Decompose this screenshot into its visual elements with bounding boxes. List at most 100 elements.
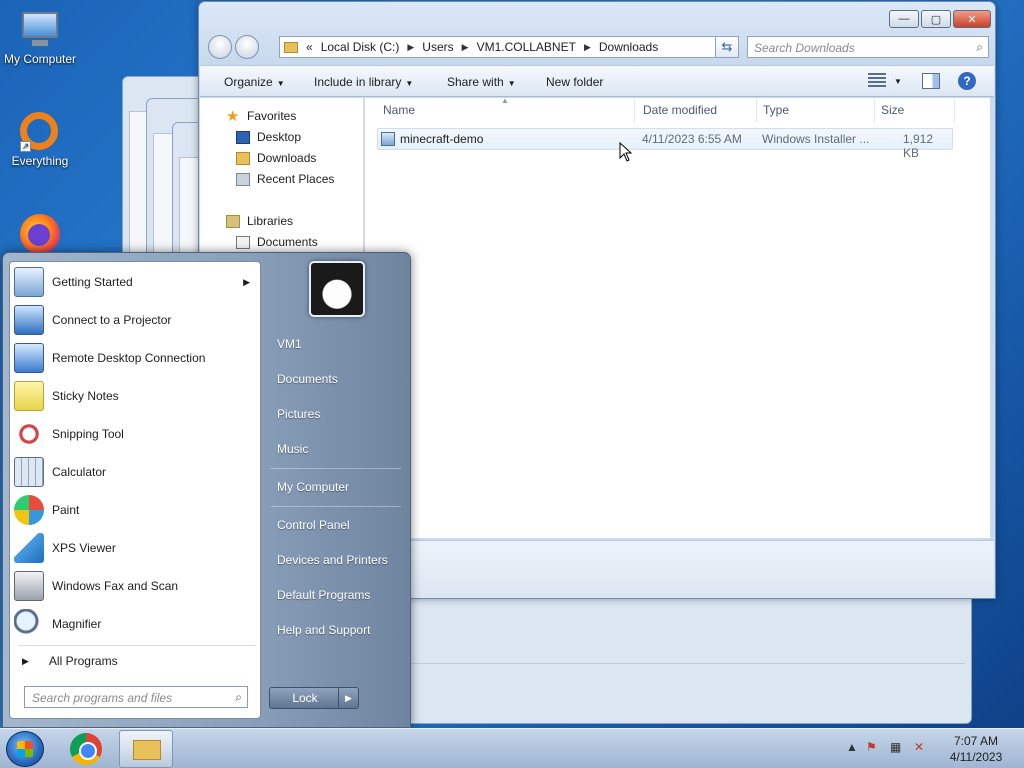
installer-icon bbox=[381, 132, 395, 146]
network-icon[interactable]: ▦ bbox=[890, 740, 901, 754]
start-item-calculator[interactable]: Calculator bbox=[14, 454, 258, 490]
xps-viewer-icon bbox=[14, 533, 44, 563]
start-menu-places-panel: VM1 Documents Pictures Music My Computer… bbox=[263, 253, 411, 729]
start-link-default-programs[interactable]: Default Programs bbox=[277, 588, 370, 602]
start-item-xps-viewer[interactable]: XPS Viewer bbox=[14, 530, 258, 566]
action-center-icon[interactable]: ⚑ bbox=[866, 740, 877, 754]
start-button[interactable] bbox=[6, 731, 44, 767]
search-input[interactable]: Search Downloads ⌕ bbox=[747, 36, 989, 58]
desktop-icon-everything[interactable]: ↗ Everything bbox=[0, 112, 80, 168]
chevron-right-icon[interactable]: ▶ bbox=[584, 42, 591, 53]
start-item-connect-to-projector[interactable]: Connect to a Projector bbox=[14, 302, 258, 338]
chevron-right-icon[interactable]: ▶ bbox=[407, 42, 414, 53]
start-item-sticky-notes[interactable]: Sticky Notes bbox=[14, 378, 258, 414]
search-placeholder: Search programs and files bbox=[32, 691, 173, 705]
downloads-folder-icon bbox=[236, 151, 250, 165]
firefox-icon bbox=[20, 214, 60, 254]
chevron-right-icon: ▶ bbox=[243, 276, 250, 287]
chevron-down-icon[interactable]: ▼ bbox=[894, 77, 902, 86]
help-icon[interactable]: ? bbox=[958, 72, 976, 90]
file-date: 4/11/2023 6:55 AM bbox=[642, 132, 742, 146]
fax-icon bbox=[14, 571, 44, 601]
chrome-taskbar-icon[interactable] bbox=[70, 733, 102, 765]
new-folder-button[interactable]: New folder bbox=[546, 75, 603, 89]
breadcrumb-item[interactable]: Users bbox=[422, 40, 453, 54]
folder-icon bbox=[133, 740, 161, 760]
address-bar[interactable]: « Local Disk (C:) ▶ Users ▶ VM1.COLLABNE… bbox=[279, 36, 739, 58]
command-bar: Organize ▼ Include in library ▼ Share with… bbox=[200, 65, 994, 97]
search-icon[interactable]: ⌕ bbox=[976, 40, 983, 55]
start-link-devices-and-printers[interactable]: Devices and Printers bbox=[277, 553, 388, 567]
back-button[interactable] bbox=[208, 35, 232, 59]
getting-started-icon bbox=[14, 267, 44, 297]
start-link-pictures[interactable]: Pictures bbox=[277, 407, 320, 421]
paint-palette-icon bbox=[14, 495, 44, 525]
start-link-documents[interactable]: Documents bbox=[277, 372, 338, 386]
chevron-right-icon[interactable]: ▶ bbox=[462, 42, 469, 53]
sticky-notes-icon bbox=[14, 381, 44, 411]
share-with-button[interactable]: Share with ▼ bbox=[447, 75, 516, 89]
start-menu: Getting Started ▶ Connect to a Projector… bbox=[2, 252, 411, 728]
preview-pane-icon[interactable] bbox=[922, 73, 940, 89]
libraries-icon bbox=[226, 214, 240, 228]
start-item-fax-and-scan[interactable]: Windows Fax and Scan bbox=[14, 568, 258, 604]
nav-recent-places[interactable]: Recent Places bbox=[236, 170, 334, 188]
start-item-magnifier[interactable]: Magnifier bbox=[14, 606, 258, 642]
breadcrumb-item[interactable]: Downloads bbox=[599, 40, 658, 54]
minimize-button[interactable]: — bbox=[889, 10, 919, 28]
remote-desktop-icon bbox=[14, 343, 44, 373]
desktop-icon-my-computer[interactable]: My Computer bbox=[0, 10, 80, 66]
nav-libraries[interactable]: Libraries bbox=[226, 212, 293, 230]
lock-button[interactable]: Lock ▶ bbox=[269, 687, 359, 709]
star-icon: ★ bbox=[226, 107, 240, 125]
column-header-size[interactable]: Size bbox=[875, 98, 955, 122]
computer-icon bbox=[18, 10, 62, 50]
start-link-user[interactable]: VM1 bbox=[277, 337, 302, 351]
organize-button[interactable]: Organize ▼ bbox=[224, 75, 285, 89]
documents-icon bbox=[236, 235, 250, 249]
show-hidden-icons-icon[interactable]: ▲ bbox=[846, 740, 858, 754]
search-icon[interactable]: ⌕ bbox=[235, 690, 242, 705]
explorer-taskbar-button[interactable] bbox=[119, 730, 173, 768]
breadcrumb-item[interactable]: Local Disk (C:) bbox=[321, 40, 400, 54]
clock[interactable]: 7:07 AM 4/11/2023 bbox=[944, 733, 1008, 765]
chevron-right-icon[interactable]: ▶ bbox=[338, 688, 358, 708]
nav-downloads[interactable]: Downloads bbox=[236, 149, 316, 167]
volume-muted-icon[interactable]: ✕ bbox=[914, 740, 924, 754]
close-button[interactable]: ✕ bbox=[953, 10, 991, 28]
start-link-control-panel[interactable]: Control Panel bbox=[277, 518, 350, 532]
clock-date: 4/11/2023 bbox=[949, 750, 1003, 764]
refresh-button[interactable]: ⇆ bbox=[715, 36, 739, 58]
column-header-type[interactable]: Type bbox=[757, 98, 875, 122]
nav-documents[interactable]: Documents bbox=[236, 233, 318, 251]
file-size: 1,912 KB bbox=[903, 132, 934, 160]
nav-desktop[interactable]: Desktop bbox=[236, 128, 301, 146]
file-type: Windows Installer ... bbox=[762, 132, 870, 146]
file-row[interactable]: minecraft-demo 4/11/2023 6:55 AM Windows… bbox=[377, 128, 953, 160]
calculator-icon bbox=[14, 457, 44, 487]
start-item-paint[interactable]: Paint bbox=[14, 492, 258, 528]
taskbar: ▲ ⚑ ▦ ✕ 7:07 AM 4/11/2023 bbox=[0, 728, 1024, 768]
start-search-input[interactable]: Search programs and files ⌕ bbox=[24, 686, 248, 708]
magnifier-icon bbox=[14, 609, 44, 639]
clock-time: 7:07 AM bbox=[953, 734, 999, 748]
start-link-music[interactable]: Music bbox=[277, 442, 308, 456]
start-item-getting-started[interactable]: Getting Started ▶ bbox=[14, 264, 258, 300]
maximize-button[interactable]: ▢ bbox=[921, 10, 951, 28]
nav-favorites[interactable]: ★ Favorites bbox=[226, 107, 296, 125]
recent-places-icon bbox=[236, 172, 250, 186]
view-options-icon[interactable] bbox=[868, 73, 886, 89]
column-header-date-modified[interactable]: Date modified bbox=[637, 98, 757, 122]
forward-button[interactable] bbox=[235, 35, 259, 59]
all-programs-button[interactable]: ▶ All Programs bbox=[22, 654, 118, 668]
start-item-snipping-tool[interactable]: Snipping Tool bbox=[14, 416, 258, 452]
desktop-icon-firefox[interactable] bbox=[0, 214, 80, 256]
mouse-cursor-icon bbox=[619, 142, 633, 162]
start-link-help-and-support[interactable]: Help and Support bbox=[277, 623, 370, 637]
start-link-my-computer[interactable]: My Computer bbox=[277, 480, 349, 494]
start-item-remote-desktop[interactable]: Remote Desktop Connection bbox=[14, 340, 258, 376]
breadcrumb-item[interactable]: VM1.COLLABNET bbox=[477, 40, 576, 54]
divider bbox=[271, 506, 401, 507]
include-in-library-button[interactable]: Include in library ▼ bbox=[314, 75, 413, 89]
breadcrumb-overflow[interactable]: « bbox=[306, 40, 313, 54]
